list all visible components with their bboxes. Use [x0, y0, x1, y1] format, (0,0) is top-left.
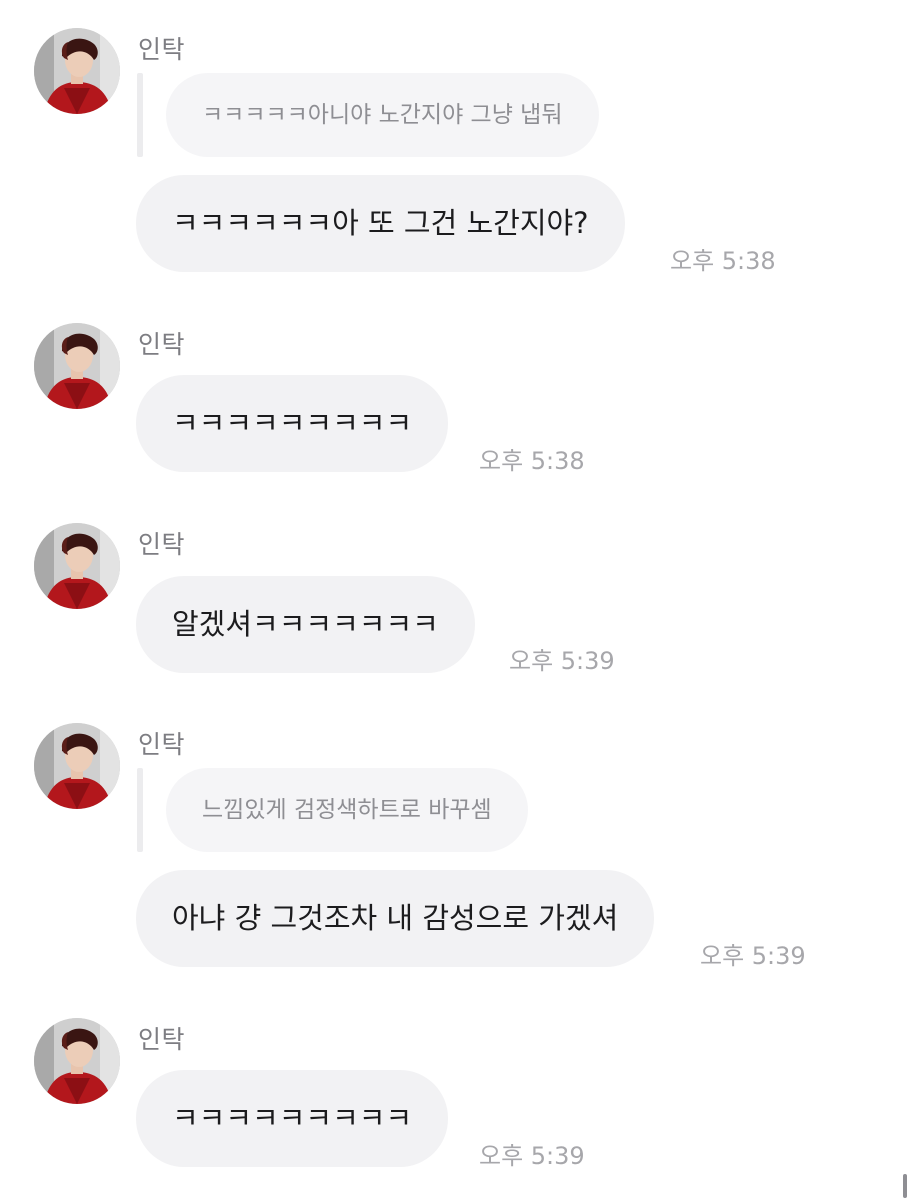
avatar[interactable] — [34, 28, 120, 114]
sender-name: 인탁 — [138, 330, 186, 359]
message-time: 오후 5:38 — [670, 247, 776, 275]
message-bubble[interactable]: 아냐 걍 그것조차 내 감성으로 가겠셔 — [136, 870, 655, 967]
profile-photo-icon — [34, 1018, 120, 1104]
profile-photo-icon — [34, 28, 120, 114]
sender-name: 인탁 — [138, 730, 186, 759]
message-time: 오후 5:39 — [700, 942, 806, 970]
sender-name: 인탁 — [138, 530, 186, 559]
profile-photo-icon — [34, 323, 120, 409]
reply-quote-bar — [137, 73, 143, 157]
message-time: 오후 5:38 — [479, 447, 585, 475]
avatar[interactable] — [34, 723, 120, 809]
message-time: 오후 5:39 — [509, 647, 615, 675]
avatar[interactable] — [34, 323, 120, 409]
avatar[interactable] — [34, 523, 120, 609]
avatar[interactable] — [34, 1018, 120, 1104]
scrollbar[interactable] — [903, 1174, 907, 1198]
sender-name: 인탁 — [138, 35, 186, 64]
profile-photo-icon — [34, 723, 120, 809]
chat-thread: 인탁 ㅋㅋㅋㅋㅋ아니야 노간지야 그냥 냅둬 ㅋㅋㅋㅋㅋㅋ아 또 그건 노간지야… — [0, 0, 916, 1200]
message-bubble[interactable]: ㅋㅋㅋㅋㅋㅋㅋㅋㅋ — [136, 375, 449, 472]
reply-quote-bar — [137, 768, 143, 852]
reply-quote-text[interactable]: 느낌있게 검정색하트로 바꾸셈 — [166, 768, 528, 852]
message-time: 오후 5:39 — [479, 1142, 585, 1170]
profile-photo-icon — [34, 523, 120, 609]
sender-name: 인탁 — [138, 1025, 186, 1054]
reply-quote-text[interactable]: ㅋㅋㅋㅋㅋ아니야 노간지야 그냥 냅둬 — [166, 73, 599, 157]
message-bubble[interactable]: ㅋㅋㅋㅋㅋㅋㅋㅋㅋ — [136, 1070, 449, 1167]
message-bubble[interactable]: ㅋㅋㅋㅋㅋㅋ아 또 그건 노간지야? — [136, 175, 625, 272]
message-bubble[interactable]: 알겠셔ㅋㅋㅋㅋㅋㅋㅋ — [136, 576, 475, 673]
